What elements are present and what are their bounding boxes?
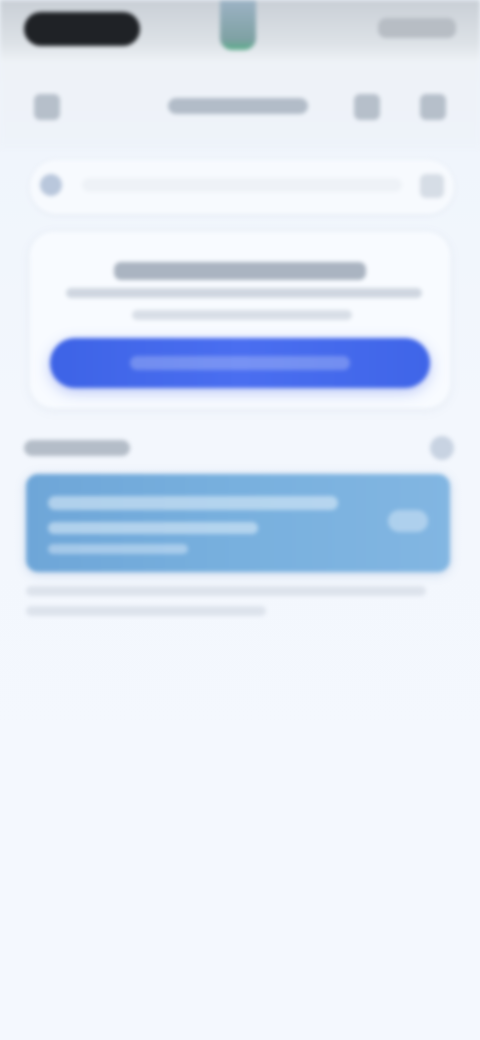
footnote-line <box>26 586 426 596</box>
more-icon[interactable] <box>420 94 446 120</box>
share-icon[interactable] <box>354 94 380 120</box>
status-icons <box>378 18 456 38</box>
app-header <box>0 62 480 148</box>
card-title <box>114 262 366 280</box>
notification-indicator <box>220 0 256 50</box>
primary-action-label <box>130 356 350 370</box>
chevron-icon[interactable] <box>430 436 454 460</box>
section-header <box>24 434 456 464</box>
primary-action-button[interactable] <box>50 338 430 388</box>
item-badge <box>388 510 428 532</box>
back-arrow-icon[interactable] <box>34 94 60 120</box>
card-subdescription <box>132 310 352 320</box>
search-bar[interactable] <box>30 160 454 214</box>
search-input[interactable] <box>82 178 402 192</box>
item-meta <box>48 544 188 554</box>
screen <box>0 0 480 1040</box>
page-title <box>168 98 308 114</box>
info-card <box>30 232 450 408</box>
status-bar <box>0 0 480 62</box>
highlighted-list-item[interactable] <box>26 474 450 572</box>
card-description <box>66 288 422 298</box>
search-icon <box>40 174 62 196</box>
footnote-line <box>26 606 266 616</box>
filter-icon[interactable] <box>420 174 444 198</box>
item-subtitle <box>48 522 258 534</box>
item-title <box>48 496 338 510</box>
dynamic-island <box>24 12 140 46</box>
section-title <box>24 440 130 456</box>
